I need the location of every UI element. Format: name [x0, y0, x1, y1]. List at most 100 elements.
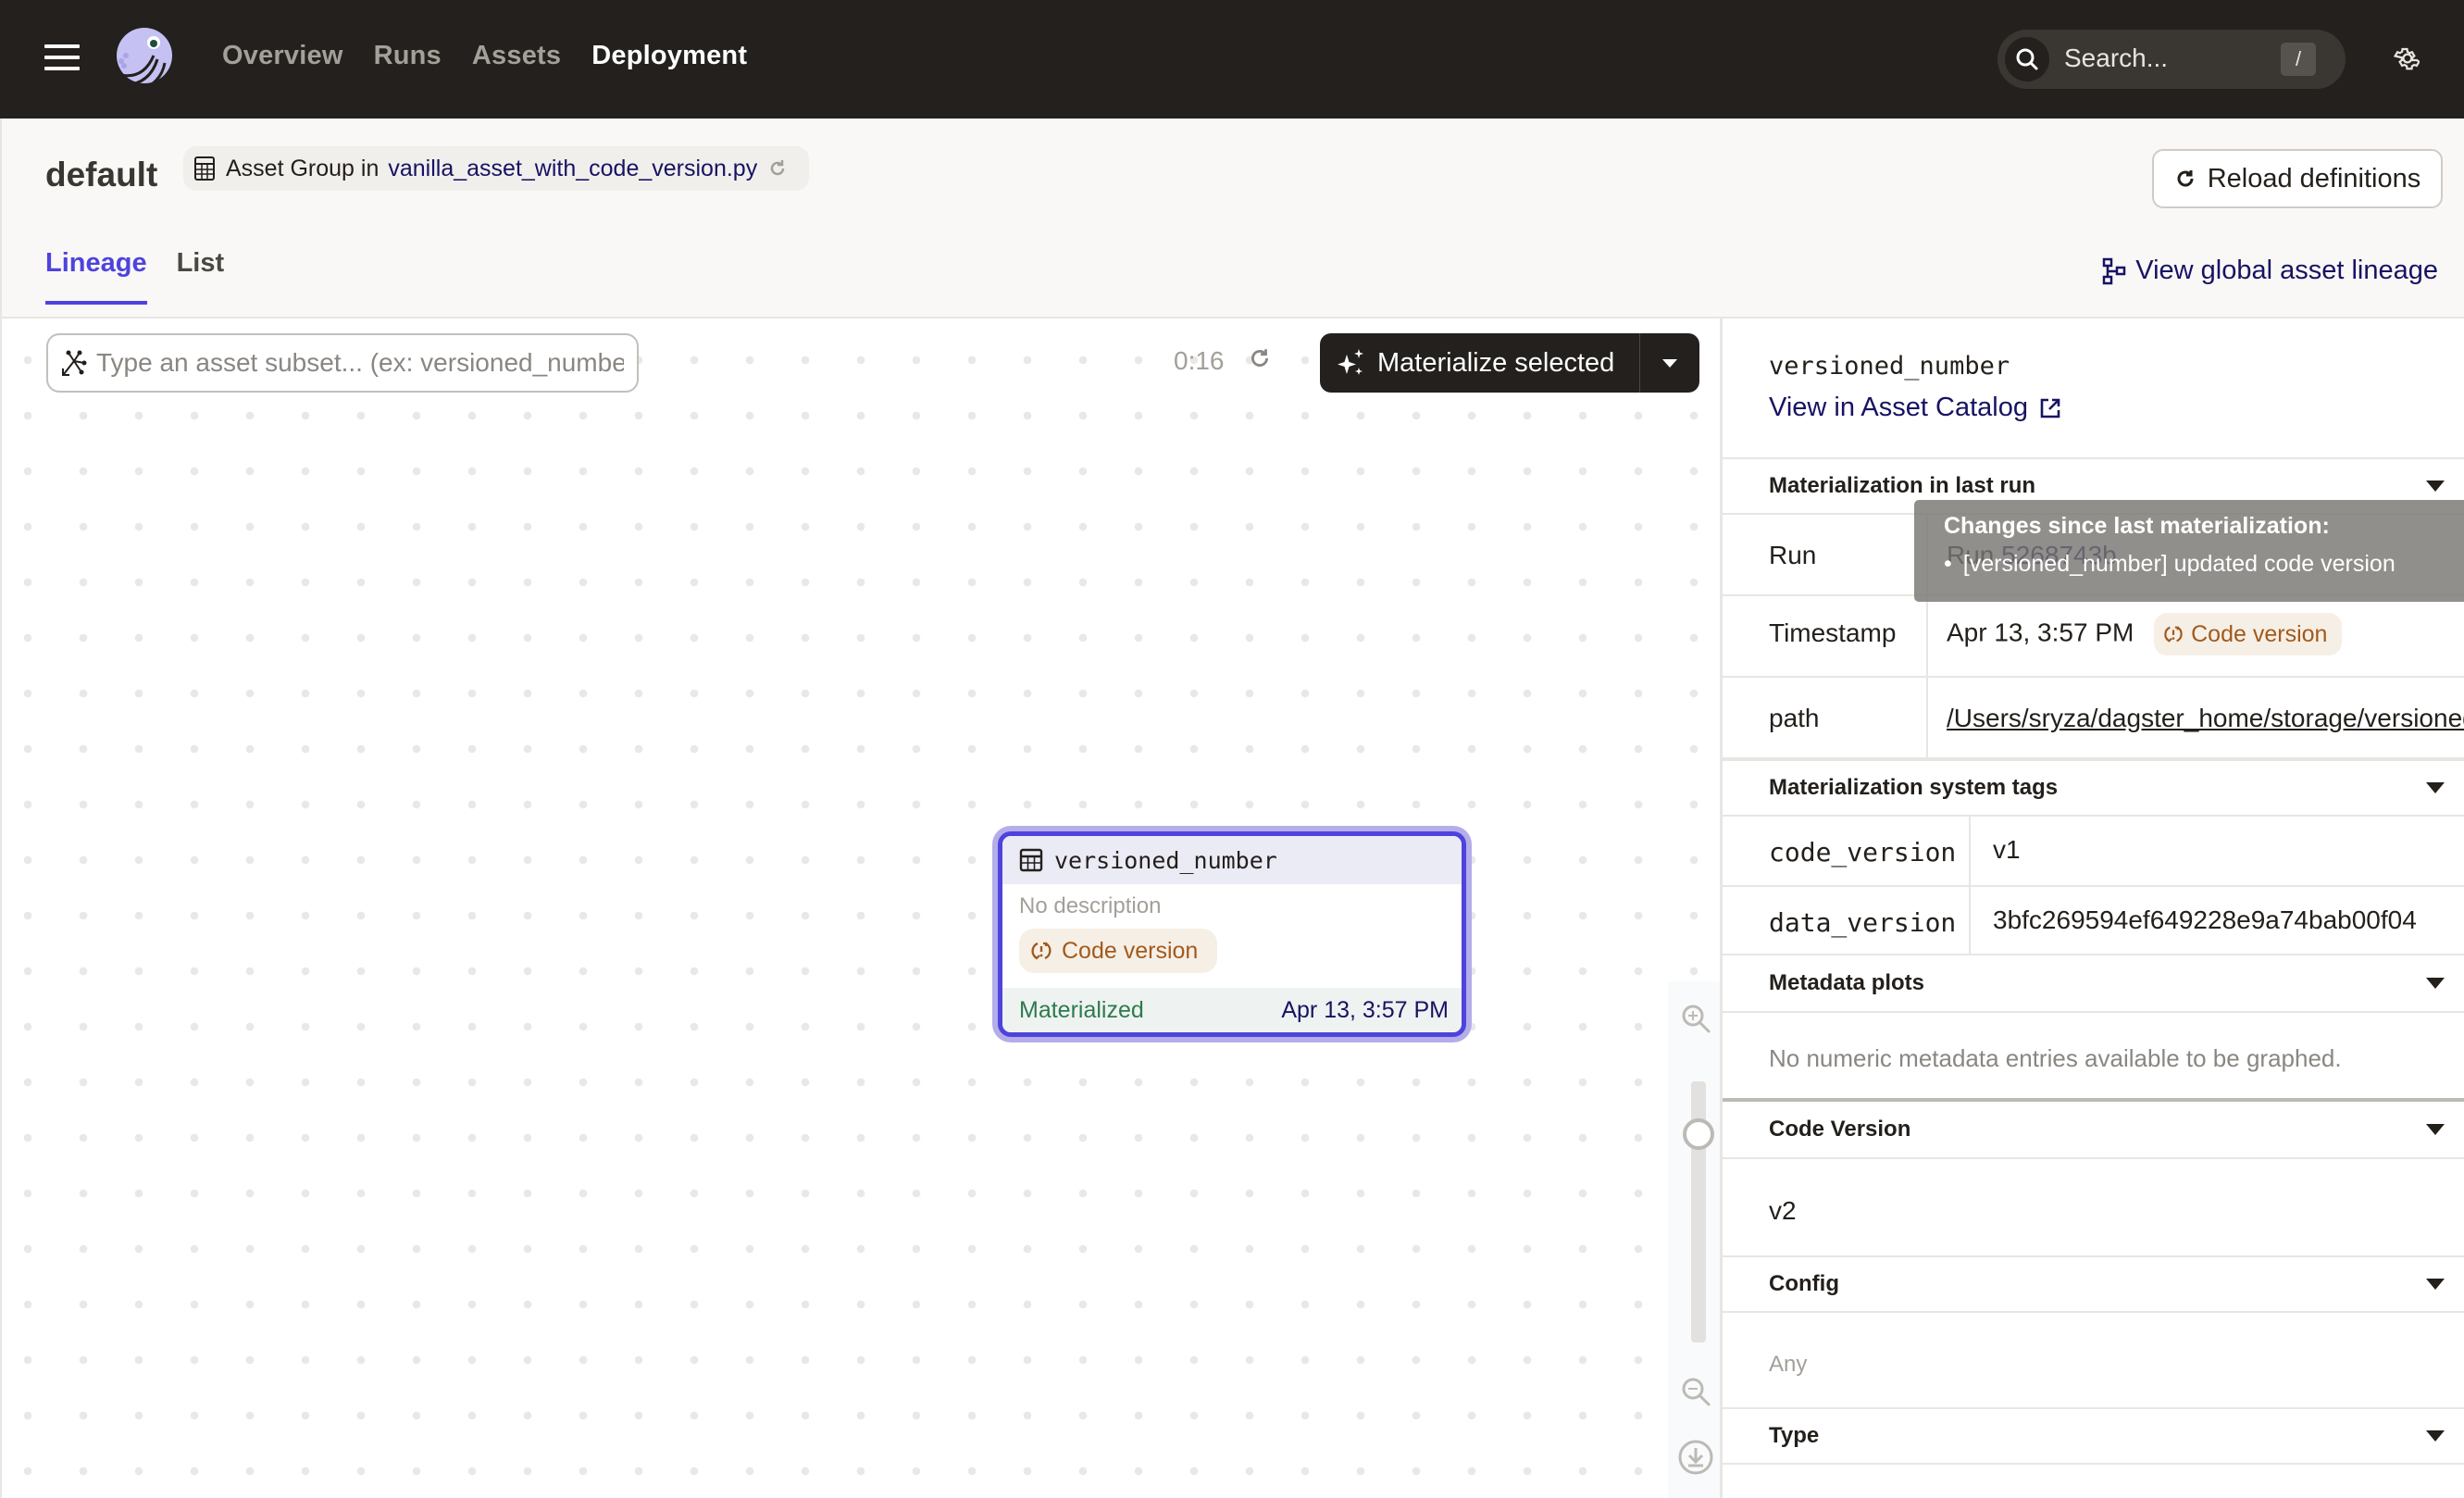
metadata-row-timestamp: Timestamp Apr 13, 3:57 PM Code version [1723, 596, 2464, 678]
refresh-icon [2177, 170, 2194, 187]
bullet: • [1944, 551, 1952, 577]
download-icon[interactable] [1677, 1439, 1714, 1476]
refresh-countdown: 0:16 [1174, 346, 1225, 375]
main-nav: Overview Runs Assets Deployment [222, 41, 747, 71]
column-divider [1969, 817, 1971, 885]
asset-lineage-canvas[interactable]: 0:16 Materialize selected versioned [0, 318, 1720, 1498]
asset-node[interactable]: versioned_number No description Code ver… [998, 831, 1466, 1037]
section-title: Materialization in last run [1769, 473, 2036, 498]
asset-group-label: Asset Group in [226, 155, 380, 181]
materialization-timestamp[interactable]: Apr 13, 3:57 PM [1281, 997, 1449, 1024]
metadata-key: path [1769, 704, 1820, 732]
zoom-in-icon[interactable] [1679, 1002, 1712, 1035]
materialize-selected-button[interactable]: Materialize selected [1320, 333, 1640, 393]
materialization-status: Materialized [1019, 996, 1144, 1023]
nav-runs[interactable]: Runs [374, 41, 442, 71]
code-version-changed-badge[interactable]: Code version [2154, 613, 2343, 655]
caret-down-icon [2426, 978, 2445, 989]
asset-node-description: No description [1019, 893, 1162, 918]
asset-selection-icon [62, 350, 87, 376]
reload-definitions-label: Reload definitions [2207, 163, 2421, 193]
gear-icon[interactable] [2392, 44, 2420, 72]
section-config[interactable]: Config [1723, 1255, 2464, 1313]
section-title: Type [1769, 1423, 1820, 1448]
section-title: Config [1769, 1271, 1839, 1296]
zoom-slider-handle[interactable] [1683, 1118, 1714, 1150]
top-nav-bar: Overview Runs Assets Deployment Search..… [0, 0, 2464, 119]
zoom-out-icon[interactable] [1679, 1375, 1712, 1408]
section-metadata-plots[interactable]: Metadata plots [1723, 955, 2464, 1013]
reload-definitions-button[interactable]: Reload definitions [2152, 149, 2443, 208]
code-location-file-link[interactable]: vanilla_asset_with_code_version.py [388, 156, 757, 182]
column-divider [1926, 678, 1928, 757]
section-title: Materialization system tags [1769, 775, 2059, 800]
reload-location-icon[interactable] [766, 157, 789, 180]
calculator-table-icon [194, 156, 215, 181]
caret-down-icon [2426, 782, 2445, 793]
search-shortcut-key: / [2281, 43, 2316, 76]
caret-down-icon [2426, 481, 2445, 492]
sync-warning-icon [2164, 626, 2183, 643]
search-input[interactable]: Search... / [1997, 30, 2346, 89]
section-title: Metadata plots [1769, 970, 1925, 995]
view-tabs: Lineage List [45, 248, 225, 305]
hamburger-icon[interactable] [44, 44, 80, 72]
system-tag-row: data_version 3bfc269594ef649228e9a74bab0… [1723, 887, 2464, 955]
metadata-plots-empty-message: No numeric metadata entries available to… [1769, 1044, 2342, 1072]
caret-down-icon [1662, 358, 1677, 368]
section-system-tags[interactable]: Materialization system tags [1723, 759, 2464, 817]
tooltip-item: • [versioned_number] updated code versio… [1944, 551, 2464, 578]
materialize-options-dropdown[interactable] [1640, 333, 1699, 393]
metadata-row-path: path /Users/sryza/dagster_home/storage/v… [1723, 678, 2464, 759]
tag-value: 3bfc269594ef649228e9a74bab00f04 [1993, 905, 2417, 934]
tag-key: code_version [1769, 837, 1957, 868]
code-version-badge-label: Code version [2191, 620, 2328, 647]
table-icon [1019, 848, 1043, 872]
metadata-key: Timestamp [1769, 618, 1897, 647]
sparkle-icon [1338, 349, 1363, 375]
path-link[interactable]: /Users/sryza/dagster_home/storage/versio… [1947, 704, 2464, 733]
view-global-lineage-label: View global asset lineage [2135, 256, 2438, 285]
view-in-asset-catalog-link[interactable]: View in Asset Catalog [1769, 393, 2061, 423]
lineage-graph-icon [2103, 257, 2126, 284]
zoom-controls [1668, 981, 1720, 1498]
view-global-lineage-link[interactable]: View global asset lineage [2102, 256, 2438, 286]
code-version-changed-badge[interactable]: Code version [1019, 929, 1217, 973]
nav-deployment[interactable]: Deployment [591, 41, 747, 71]
section-title: Code Version [1769, 1117, 1911, 1142]
tooltip-title: Changes since last materialization: [1944, 513, 2330, 539]
nav-assets[interactable]: Assets [472, 41, 561, 71]
page-header: default Asset Group in vanilla_asset_wit… [0, 119, 2464, 318]
changes-tooltip: Changes since last materialization: • [v… [1914, 500, 2464, 602]
caret-down-icon [2426, 1124, 2445, 1135]
refresh-icon[interactable] [1248, 346, 1272, 370]
sync-warning-icon [1031, 942, 1052, 960]
asset-subset-input[interactable] [46, 333, 639, 393]
caret-down-icon [2426, 1279, 2445, 1290]
asset-group-chip: Asset Group in vanilla_asset_with_code_v… [183, 146, 810, 191]
column-divider [1969, 887, 1971, 954]
code-version-value: v2 [1769, 1196, 1797, 1225]
materialize-selected-label: Materialize selected [1377, 347, 1615, 378]
asset-node-name: versioned_number [1054, 846, 1277, 874]
search-icon [2005, 37, 2049, 81]
tag-key: data_version [1769, 907, 1957, 938]
metadata-value: Apr 13, 3:57 PM Code version [1947, 613, 2343, 655]
config-value: Any [1769, 1352, 1808, 1377]
section-code-version[interactable]: Code Version [1723, 1102, 2464, 1159]
section-type[interactable]: Type [1723, 1407, 2464, 1465]
panel-asset-name: versioned_number [1769, 352, 2010, 381]
timestamp-value[interactable]: Apr 13, 3:57 PM [1947, 618, 2134, 646]
asset-subset-field[interactable] [96, 348, 624, 378]
metadata-key: Run [1769, 541, 1817, 569]
tab-lineage[interactable]: Lineage [45, 248, 147, 305]
nav-overview[interactable]: Overview [222, 41, 343, 71]
dagster-logo[interactable] [109, 24, 181, 94]
search-placeholder: Search... [2064, 44, 2169, 72]
materialize-selected-button-group: Materialize selected [1320, 333, 1699, 393]
external-link-icon [2040, 398, 2060, 418]
page-title: default [45, 156, 158, 193]
tag-value: v1 [1993, 835, 2021, 864]
tab-list[interactable]: List [177, 248, 225, 301]
system-tag-row: code_version v1 [1723, 817, 2464, 887]
